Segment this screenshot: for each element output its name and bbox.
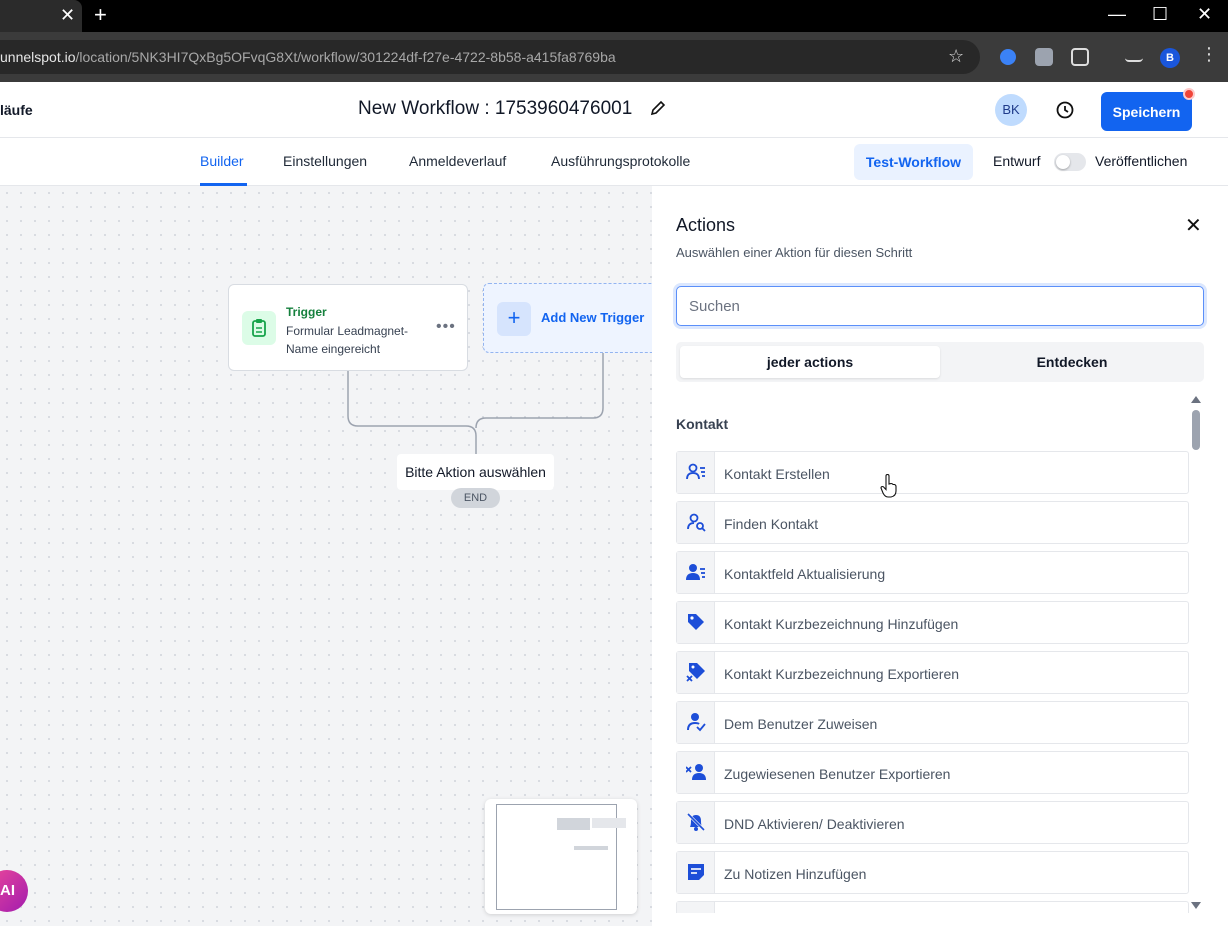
user-remove-icon	[677, 752, 715, 793]
scroll-up-arrow[interactable]	[1191, 396, 1201, 403]
action-filter-tabs: jeder actions Entdecken	[676, 342, 1204, 382]
browser-menu-icon[interactable]: ⋮	[1200, 44, 1218, 65]
user-list-icon	[677, 452, 715, 493]
address-bar[interactable]: unnelspot.io/location/5NK3HI7QxBg5OFvqG8…	[0, 40, 980, 74]
section-heading: Kontakt	[676, 416, 729, 432]
action-item[interactable]: Zugewiesenen Benutzer Exportieren	[676, 751, 1189, 794]
action-icon	[677, 902, 715, 913]
tab-anmeldeverlauf[interactable]: Anmeldeverlauf	[409, 153, 506, 169]
action-label: Zu Notizen Hinzufügen	[724, 866, 867, 882]
select-action-node[interactable]: Bitte Aktion auswählen	[397, 454, 554, 490]
action-label: Zugewiesenen Benutzer Exportieren	[724, 766, 951, 782]
workflow-title: New Workflow : 1753960476001	[358, 98, 633, 119]
action-label: DND Aktivieren/ Deaktivieren	[724, 816, 905, 832]
action-label: Finden Kontakt	[724, 516, 819, 532]
trigger-label: Trigger	[286, 305, 327, 319]
tab-close-icon[interactable]: ✕	[60, 6, 75, 24]
extension-drop-icon[interactable]	[1000, 49, 1016, 65]
action-item[interactable]: Kontakt Kurzbezeichnung Exportieren	[676, 651, 1189, 694]
tab-discover[interactable]: Entdecken	[944, 346, 1200, 378]
save-button[interactable]: Speichern	[1101, 92, 1192, 131]
test-workflow-button[interactable]: Test-Workflow	[854, 144, 973, 180]
workflow-tabs: Builder Einstellungen Anmeldeverlauf Aus…	[0, 138, 1228, 186]
action-item[interactable]: Dem Benutzer Zuweisen	[676, 701, 1189, 744]
notification-dot	[1183, 88, 1195, 100]
minimap-node	[592, 818, 626, 828]
user-edit-icon	[677, 552, 715, 593]
hand-cursor-icon	[880, 474, 897, 498]
scrollbar-thumb[interactable]	[1192, 410, 1200, 450]
minimap-node	[557, 818, 590, 830]
action-label: Kontakt Kurzbezeichnung Exportieren	[724, 666, 960, 682]
workflow-canvas[interactable]: Trigger Formular Leadmagnet-Name eingere…	[0, 186, 652, 926]
minimize-icon[interactable]: —	[1108, 4, 1126, 24]
actions-panel: Actions Auswählen einer Aktion für diese…	[652, 186, 1228, 926]
breadcrumb[interactable]: läufe	[0, 102, 33, 118]
action-list: Kontakt Erstellen Finden Kontakt Kontakt…	[676, 451, 1190, 913]
action-item[interactable]: Kontakt Kurzbezeichnung Hinzufügen	[676, 601, 1189, 644]
plus-icon: +	[497, 302, 531, 336]
url-text[interactable]: unnelspot.io/location/5NK3HI7QxBg5OFvqG8…	[0, 49, 616, 65]
profile-avatar[interactable]: B	[1160, 48, 1180, 68]
toggle-knob	[1056, 155, 1070, 169]
action-item[interactable]: Kontakt Erstellen	[676, 451, 1189, 494]
user-assign-icon	[677, 702, 715, 743]
publish-label: Veröffentlichen	[1095, 153, 1188, 169]
history-icon[interactable]	[1055, 100, 1075, 120]
tab-all-actions[interactable]: jeder actions	[680, 346, 940, 378]
maximize-icon[interactable]: ☐	[1152, 4, 1168, 24]
close-icon[interactable]: ✕	[1185, 213, 1202, 238]
action-label: Kontakt Erstellen	[724, 466, 830, 482]
extensions-puzzle-icon[interactable]	[1071, 48, 1089, 66]
tab-builder[interactable]: Builder	[200, 153, 244, 169]
edit-pencil-icon[interactable]	[650, 100, 666, 116]
app-header: läufe New Workflow : 1753960476001 BK Sp…	[0, 82, 1228, 138]
tag-icon	[677, 602, 715, 643]
clipboard-icon	[242, 311, 276, 345]
tab-einstellungen[interactable]: Einstellungen	[283, 153, 367, 169]
action-item[interactable]: Zu Notizen Hinzufügen	[676, 851, 1189, 894]
note-icon	[677, 852, 715, 893]
trigger-description: Formular Leadmagnet-Name eingereicht	[286, 324, 409, 356]
browser-toolbar: unnelspot.io/location/5NK3HI7QxBg5OFvqG8…	[0, 32, 1228, 82]
search-input[interactable]	[676, 286, 1204, 326]
trigger-node[interactable]: Trigger Formular Leadmagnet-Name eingere…	[228, 284, 468, 371]
add-trigger-label: Add New Trigger	[541, 310, 645, 325]
action-label: Dem Benutzer Zuweisen	[724, 716, 878, 732]
panel-subtitle: Auswählen einer Aktion für diesen Schrit…	[676, 245, 913, 260]
action-item[interactable]: Finden Kontakt	[676, 501, 1189, 544]
browser-tabbar: ✕ + — ☐ ✕	[0, 0, 1228, 32]
user-avatar[interactable]: BK	[995, 94, 1027, 126]
draft-label: Entwurf	[993, 153, 1041, 169]
add-new-trigger-button[interactable]: + Add New Trigger	[483, 283, 652, 353]
minimap[interactable]	[485, 799, 637, 914]
media-control-icon[interactable]	[1125, 48, 1143, 62]
window-close-icon[interactable]: ✕	[1197, 4, 1212, 24]
action-label: Kontakt Kurzbezeichnung Hinzufügen	[724, 616, 959, 632]
scroll-down-arrow[interactable]	[1191, 902, 1201, 909]
user-search-icon	[677, 502, 715, 543]
tab-ausfuehrungsprotokolle[interactable]: Ausführungsprotokolle	[551, 153, 690, 169]
bell-off-icon	[677, 802, 715, 843]
minimap-node	[574, 846, 608, 850]
publish-toggle[interactable]	[1054, 153, 1086, 171]
browser-tab[interactable]: ✕	[0, 0, 82, 32]
more-options-icon[interactable]: •••	[436, 318, 456, 336]
end-node: END	[451, 488, 500, 508]
bookmark-star-icon[interactable]: ☆	[948, 46, 964, 67]
action-label: Kontaktfeld Aktualisierung	[724, 566, 886, 582]
action-item[interactable]: Kontaktfeld Aktualisierung	[676, 551, 1189, 594]
action-item[interactable]: DND Aktivieren/ Deaktivieren	[676, 801, 1189, 844]
panel-title: Actions	[676, 215, 736, 235]
action-item[interactable]	[676, 901, 1189, 913]
extension-code-icon[interactable]	[1035, 48, 1053, 66]
tag-remove-icon	[677, 652, 715, 693]
new-tab-icon[interactable]: +	[94, 4, 107, 26]
